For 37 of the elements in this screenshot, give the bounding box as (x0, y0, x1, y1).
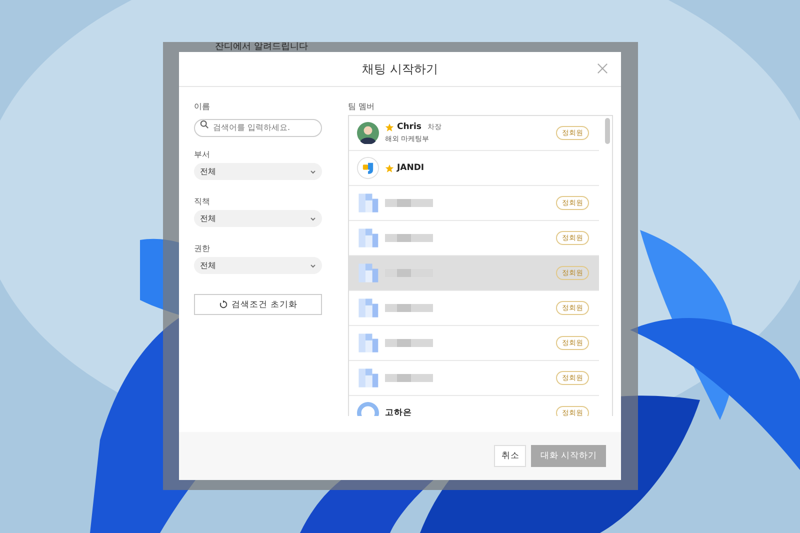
bot-avatar-icon (357, 157, 379, 179)
blurred-name-drawing (385, 268, 433, 278)
blurred-name-drawing (385, 233, 433, 243)
blurred-avatar-icon (357, 227, 379, 249)
notice-title: 잔디에서 알려드립니다 (215, 42, 308, 52)
field-label: 부서 (194, 149, 211, 161)
avatar-icon (357, 122, 379, 144)
member-name: 고하은 (385, 407, 412, 416)
field-label: 직책 (194, 196, 211, 208)
field-label: 권한 (194, 243, 211, 255)
dropdown[interactable]: 전체 (194, 163, 322, 180)
refresh-icon (218, 300, 228, 309)
blurred-name-drawing (385, 303, 433, 313)
dropdown[interactable]: 전체 (194, 257, 322, 274)
close-icon[interactable] (597, 63, 608, 74)
blurred-name-drawing (385, 373, 433, 383)
blurred-name-drawing (385, 198, 433, 208)
search-icon (200, 120, 209, 128)
dialog-title: 채팅 시작하기 (362, 60, 438, 78)
dropdown[interactable]: 전체 (194, 210, 322, 227)
blurred-avatar-icon (357, 192, 379, 214)
blurred-avatar-icon (357, 332, 379, 354)
chevron-icon (310, 264, 316, 268)
dialog-button[interactable]: 취소 (494, 445, 526, 467)
search-field[interactable]: 검색어를 입력하세요. (194, 118, 322, 136)
section-label: 팀 멤버 (348, 101, 376, 113)
reset-button[interactable]: 검색조건 초기화 (194, 294, 322, 315)
blurred-avatar-icon (357, 262, 379, 284)
blurred-avatar-icon (357, 367, 379, 389)
chevron-icon (310, 216, 316, 220)
scrollbar-thumb[interactable] (605, 118, 610, 144)
member-name: Chris (397, 122, 422, 132)
member-name: JANDI (397, 163, 424, 173)
blurred-name-drawing (385, 338, 433, 348)
blurred-avatar-icon (357, 297, 379, 319)
chevron-icon (310, 170, 316, 174)
field-label: 이름 (194, 101, 211, 113)
